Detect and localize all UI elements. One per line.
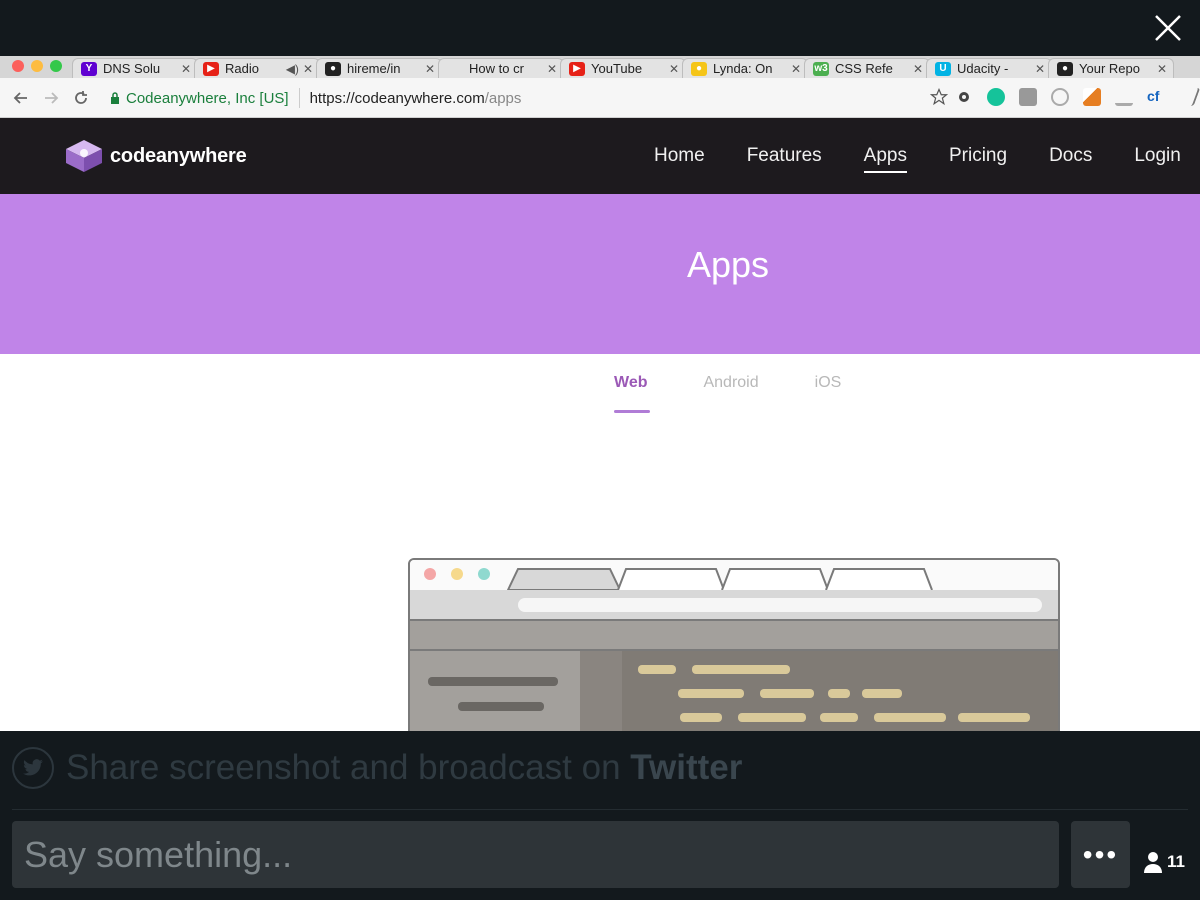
close-tab-icon[interactable]: ✕ bbox=[791, 62, 801, 76]
browser-tab-title: How to cr bbox=[469, 61, 524, 76]
browser-tab-title: Udacity - bbox=[957, 61, 1009, 76]
yahoo-icon: Y bbox=[81, 61, 97, 76]
site-header: codeanywhere Home Features Apps Pricing Docs… bbox=[0, 118, 1200, 194]
maximize-window-icon[interactable] bbox=[50, 60, 62, 72]
browser-tab-title: YouTube bbox=[591, 61, 643, 76]
browser-tab-title: Radio bbox=[225, 61, 259, 76]
extensions-area: cf bbox=[955, 88, 1200, 106]
forward-icon[interactable] bbox=[36, 83, 66, 113]
tab-web[interactable]: Web bbox=[614, 374, 647, 392]
share-label: Share screenshot and broadcast on Twitte… bbox=[66, 748, 742, 788]
browser-tab[interactable]: ▶ YouTube ✕ bbox=[560, 58, 686, 78]
active-tab-underline bbox=[614, 410, 650, 413]
back-icon[interactable] bbox=[6, 83, 36, 113]
pen-icon[interactable] bbox=[1175, 88, 1200, 106]
browser-tab[interactable]: ▶ Radio ◀) ✕ bbox=[194, 58, 320, 78]
nav-home[interactable]: Home bbox=[654, 145, 705, 167]
viewer-count-value: 11 bbox=[1167, 852, 1185, 871]
stream-top-bar bbox=[0, 0, 1200, 56]
hero-banner: Apps bbox=[0, 194, 1200, 354]
close-tab-icon[interactable]: ✕ bbox=[547, 62, 557, 76]
browser-tab-title: CSS Refe bbox=[835, 61, 893, 76]
cube-logo-icon bbox=[66, 140, 102, 172]
close-tab-icon[interactable]: ✕ bbox=[913, 62, 923, 76]
nav-docs[interactable]: Docs bbox=[1049, 145, 1092, 167]
chat-input[interactable] bbox=[12, 821, 1059, 888]
browser-tab-title: Lynda: On bbox=[713, 61, 773, 76]
site-nav: Home Features Apps Pricing Docs Login bbox=[654, 118, 1200, 194]
platform-tabs: Web Android iOS bbox=[614, 374, 897, 392]
broadcast-video: Y DNS Solu ✕ ▶ Radio ◀) ✕ ● hireme/in ✕ How to cr ✕… bbox=[0, 56, 1200, 731]
skype-icon[interactable] bbox=[1051, 88, 1069, 106]
bookmark-star-icon[interactable] bbox=[930, 88, 948, 106]
lynda-icon: ● bbox=[691, 61, 707, 76]
github-icon: ● bbox=[325, 61, 341, 76]
browser-tab-title: DNS Solu bbox=[103, 61, 161, 76]
window-controls bbox=[0, 60, 72, 78]
lock-icon bbox=[111, 92, 119, 104]
nav-login[interactable]: Login bbox=[1134, 145, 1181, 167]
settings-gear-icon[interactable] bbox=[955, 88, 973, 106]
browser-tab-title: hireme/in bbox=[347, 61, 401, 76]
secure-indicator[interactable]: Codeanywhere, Inc [US] bbox=[110, 90, 289, 107]
viewer-count: 11 bbox=[1143, 851, 1185, 873]
browser-tab[interactable]: ● Your Repo ✕ bbox=[1048, 58, 1174, 78]
tab-android[interactable]: Android bbox=[703, 374, 758, 392]
divider bbox=[12, 809, 1188, 810]
extension-icon[interactable] bbox=[1019, 88, 1037, 106]
udacity-icon: U bbox=[935, 61, 951, 76]
brand-name: codeanywhere bbox=[110, 144, 247, 167]
youtube-icon: ▶ bbox=[569, 61, 585, 76]
browser-tab[interactable]: How to cr ✕ bbox=[438, 58, 564, 78]
stream-bottom-bar: Share screenshot and broadcast on Twitte… bbox=[0, 731, 1200, 900]
github-icon: ● bbox=[1057, 61, 1073, 76]
viewer-person-icon bbox=[1144, 852, 1162, 873]
web-ide-illustration bbox=[408, 558, 1060, 731]
close-tab-icon[interactable]: ✕ bbox=[181, 62, 191, 76]
more-options-button[interactable]: ••• bbox=[1071, 821, 1130, 888]
browser-tab[interactable]: U Udacity - ✕ bbox=[926, 58, 1052, 78]
browser-tab-title: Your Repo bbox=[1079, 61, 1140, 76]
secure-label: Codeanywhere, Inc [US] bbox=[126, 89, 289, 107]
reload-icon[interactable] bbox=[66, 83, 96, 113]
share-twitter-button[interactable]: Share screenshot and broadcast on Twitte… bbox=[12, 747, 742, 789]
omnibox-divider bbox=[298, 88, 300, 108]
tab-ios[interactable]: iOS bbox=[815, 374, 842, 392]
grammarly-icon[interactable] bbox=[987, 88, 1005, 106]
w3-icon: w3 bbox=[813, 61, 829, 76]
audio-playing-icon[interactable]: ◀) bbox=[286, 62, 299, 76]
close-tab-icon[interactable]: ✕ bbox=[1035, 62, 1045, 76]
address-bar: Codeanywhere, Inc [US] https://codeanywh… bbox=[0, 78, 1200, 118]
nav-pricing[interactable]: Pricing bbox=[949, 145, 1007, 167]
close-tab-icon[interactable]: ✕ bbox=[425, 62, 435, 76]
browser-tab[interactable]: ● hireme/in ✕ bbox=[316, 58, 442, 78]
close-window-icon[interactable] bbox=[12, 60, 24, 72]
minimize-window-icon[interactable] bbox=[31, 60, 43, 72]
share-text: Share screenshot and broadcast on bbox=[66, 748, 631, 787]
close-tab-icon[interactable]: ✕ bbox=[303, 62, 313, 76]
url-host: https://codeanywhere.com bbox=[309, 89, 485, 107]
page-title: Apps bbox=[687, 244, 770, 285]
browser-tab[interactable]: ● Lynda: On ✕ bbox=[682, 58, 808, 78]
extension-icon[interactable] bbox=[1115, 88, 1133, 106]
browser-tab[interactable]: w3 CSS Refe ✕ bbox=[804, 58, 930, 78]
share-brand: Twitter bbox=[630, 748, 743, 787]
url-path: /apps bbox=[484, 89, 522, 107]
twitter-icon bbox=[12, 747, 54, 789]
site-logo[interactable]: codeanywhere bbox=[64, 138, 247, 174]
browser-tab[interactable]: Y DNS Solu ✕ bbox=[72, 58, 198, 78]
eyedropper-icon[interactable] bbox=[1083, 88, 1101, 106]
nav-features[interactable]: Features bbox=[747, 145, 822, 167]
cf-extension-icon[interactable]: cf bbox=[1147, 88, 1165, 106]
page-icon bbox=[447, 61, 463, 76]
url-input[interactable]: Codeanywhere, Inc [US] https://codeanywh… bbox=[110, 84, 948, 112]
browser-tab-bar: Y DNS Solu ✕ ▶ Radio ◀) ✕ ● hireme/in ✕ How to cr ✕… bbox=[0, 56, 1200, 78]
close-icon[interactable] bbox=[1152, 12, 1184, 44]
close-tab-icon[interactable]: ✕ bbox=[1157, 62, 1167, 76]
youtube-icon: ▶ bbox=[203, 61, 219, 76]
close-tab-icon[interactable]: ✕ bbox=[669, 62, 679, 76]
nav-apps[interactable]: Apps bbox=[863, 145, 908, 173]
